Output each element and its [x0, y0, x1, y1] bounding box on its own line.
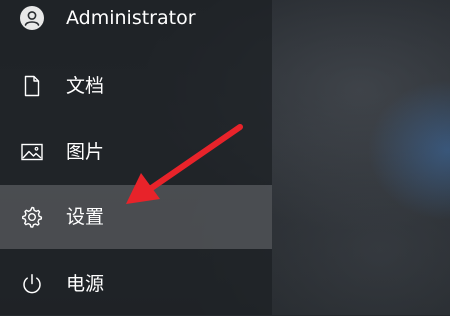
- menu-item-settings[interactable]: 设置: [0, 185, 272, 249]
- menu-item-label: 图片: [66, 141, 105, 163]
- menu-item-documents[interactable]: 文档: [0, 54, 272, 118]
- picture-icon: [20, 140, 44, 164]
- user-account-button[interactable]: Administrator: [0, 0, 272, 38]
- menu-item-label: 文档: [66, 75, 105, 97]
- menu-item-pictures[interactable]: 图片: [0, 120, 272, 184]
- menu-item-power[interactable]: 电源: [0, 252, 272, 316]
- gear-icon: [20, 205, 44, 229]
- menu-item-label: 设置: [66, 206, 105, 228]
- user-name: Administrator: [66, 7, 196, 29]
- document-icon: [20, 74, 44, 98]
- menu-item-label: 电源: [66, 273, 105, 295]
- start-menu-sidebar: Administrator 文档 图片 设置 电源: [0, 0, 272, 315]
- power-icon: [20, 272, 44, 296]
- user-avatar-icon: [20, 6, 44, 30]
